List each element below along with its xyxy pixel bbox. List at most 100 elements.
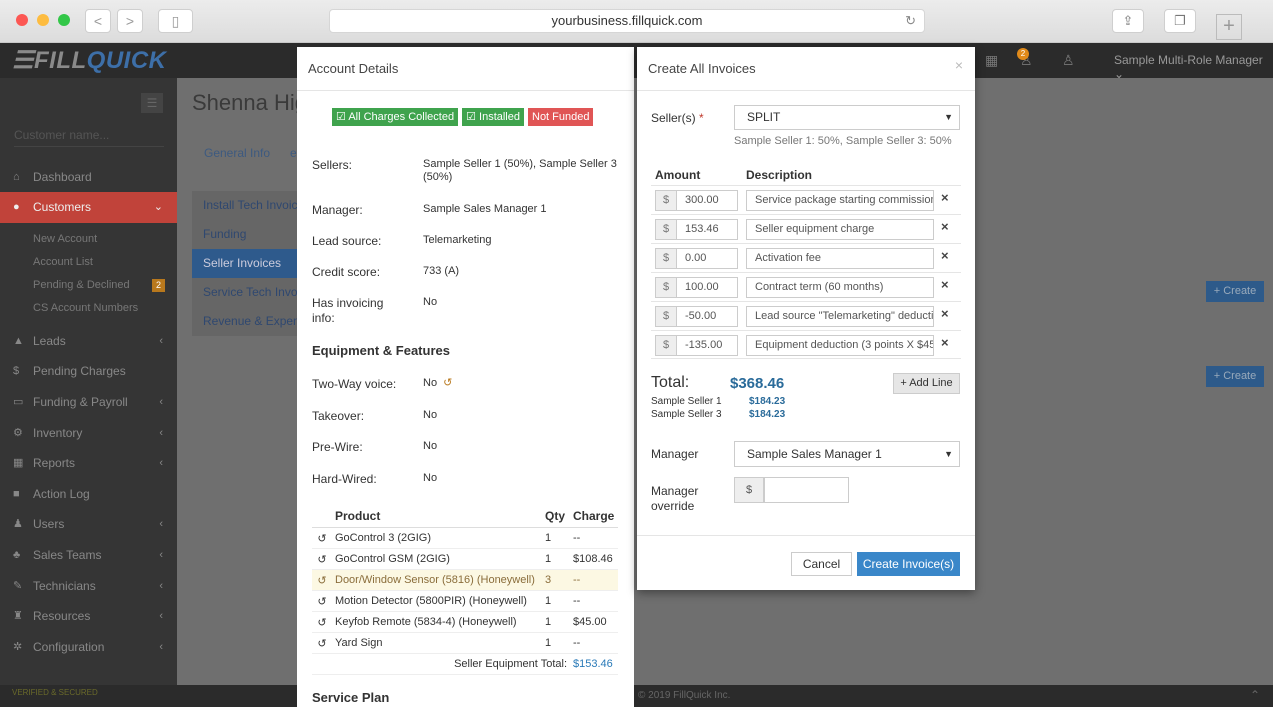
- currency-addon: $: [655, 248, 677, 269]
- manager-override-input[interactable]: [764, 477, 849, 503]
- sidebar-item-customers[interactable]: ● Customers ⌄: [0, 192, 177, 223]
- remove-line-icon[interactable]: ×: [941, 306, 949, 321]
- create-button-2[interactable]: + Create: [1206, 366, 1264, 387]
- sidebar-subitem-account-list[interactable]: Account List: [33, 256, 93, 268]
- new-tab-icon[interactable]: +: [1216, 14, 1242, 40]
- sidebar-item-sales-teams[interactable]: ♣ Sales Teams ‹: [0, 540, 177, 571]
- product-qty: 1: [542, 632, 570, 654]
- sidebar-item-label: Configuration: [33, 640, 105, 654]
- close-icon[interactable]: ×: [955, 57, 963, 73]
- cancel-button[interactable]: Cancel: [791, 552, 852, 576]
- app-logo[interactable]: ☰FILLQUICK: [12, 46, 167, 75]
- forward-button[interactable]: >: [117, 9, 143, 33]
- remove-line-icon[interactable]: ×: [941, 277, 949, 292]
- sidebar-item-funding[interactable]: ▭ Funding & Payroll ‹: [0, 387, 177, 418]
- create-button-1[interactable]: + Create: [1206, 281, 1264, 302]
- invoice-line: $ -50.00 Lead source "Telemarketing" deduc…: [651, 301, 961, 330]
- history-icon[interactable]: ↺: [312, 590, 332, 612]
- sidebar-subitem-cs-numbers[interactable]: CS Account Numbers: [33, 302, 138, 314]
- history-icon[interactable]: ↺: [312, 548, 332, 570]
- subnav-install-tech-invoices[interactable]: Install Tech Invoices: [192, 191, 302, 220]
- history-icon[interactable]: ↺: [443, 377, 452, 389]
- amount-input[interactable]: 100.00: [676, 277, 738, 298]
- description-input[interactable]: Activation fee: [746, 248, 934, 269]
- scroll-top-icon[interactable]: ⌃: [1250, 688, 1260, 702]
- profile-icon[interactable]: ♙: [1062, 52, 1075, 69]
- sidebar-subitem-pending[interactable]: Pending & Declined: [33, 279, 130, 291]
- sidebar-item-technicians[interactable]: ✎ Technicians ‹: [0, 571, 177, 602]
- invoice-line: $0.00 Activation fee ×: [651, 243, 961, 272]
- sidebar-toggle-icon[interactable]: ▯: [158, 9, 193, 33]
- history-icon[interactable]: ↺: [312, 611, 332, 633]
- remove-line-icon[interactable]: ×: [941, 335, 949, 350]
- tabs-icon[interactable]: ❐: [1164, 9, 1196, 33]
- amount-input[interactable]: 300.00: [676, 190, 738, 211]
- amount-input[interactable]: -50.00: [676, 306, 738, 327]
- description-input[interactable]: Equipment deduction (3 points X $45.: [746, 335, 934, 356]
- create-invoices-button[interactable]: Create Invoice(s): [857, 552, 960, 576]
- sidebar-item-users[interactable]: ♟ Users ‹: [0, 509, 177, 540]
- description-input[interactable]: Lead source "Telemarketing" deductio: [746, 306, 934, 327]
- customer-search-input[interactable]: Customer name...: [14, 128, 164, 147]
- manager-select[interactable]: Sample Sales Manager 1 ▼: [734, 441, 960, 467]
- minimize-window-icon[interactable]: [37, 14, 49, 26]
- sidebar: ☰ Customer name... ⌂ Dashboard ● Customers…: [0, 78, 177, 685]
- split-seller-3-value: $184.23: [749, 409, 786, 420]
- sidebar-item-inventory[interactable]: ⚙ Inventory ‹: [0, 418, 177, 449]
- sellers-select[interactable]: SPLIT ▼: [734, 105, 960, 130]
- calendar-icon[interactable]: ▦: [985, 52, 998, 69]
- add-line-button[interactable]: + Add Line: [893, 373, 960, 394]
- tab-general-info[interactable]: General Info: [204, 146, 270, 160]
- amount-input[interactable]: -135.00: [676, 335, 738, 356]
- amount-input[interactable]: 0.00: [676, 248, 738, 269]
- subnav-funding[interactable]: Funding: [192, 220, 302, 249]
- pre-wire-value: No: [423, 440, 438, 452]
- takeover-value: No: [423, 409, 438, 421]
- subnav-seller-invoices[interactable]: Seller Invoices: [192, 249, 302, 278]
- reload-icon[interactable]: ↻: [905, 10, 916, 32]
- remove-line-icon[interactable]: ×: [941, 248, 949, 263]
- status-badges: ☑ All Charges Collected ☑ Installed Not Fu…: [332, 108, 597, 126]
- product-qty: 1: [542, 527, 570, 549]
- tab-e[interactable]: e: [290, 146, 297, 160]
- remove-line-icon[interactable]: ×: [941, 190, 949, 205]
- sidebar-item-label: Action Log: [33, 487, 90, 501]
- add-line-label: Add Line: [909, 377, 953, 389]
- subnav-service-tech-invoices[interactable]: Service Tech Invoices: [192, 278, 302, 307]
- sidebar-item-dashboard[interactable]: ⌂ Dashboard: [0, 162, 177, 193]
- takeover-label: Takeover:: [312, 409, 365, 423]
- sidebar-item-pending-charges[interactable]: $ Pending Charges: [0, 356, 177, 387]
- sellers-field-label: Seller(s) *: [651, 111, 704, 125]
- back-button[interactable]: <: [85, 9, 111, 33]
- subnav-revenue-expenses[interactable]: Revenue & Expenses: [192, 307, 302, 336]
- create-invoices-modal: Create All Invoices × Seller(s) * SPLIT ▼…: [637, 47, 975, 590]
- chevron-left-icon: ‹: [159, 457, 163, 469]
- description-input[interactable]: Seller equipment charge: [746, 219, 934, 240]
- address-bar[interactable]: yourbusiness.fillquick.com ↻: [329, 9, 925, 33]
- dollar-icon: $: [13, 365, 20, 377]
- sidebar-item-configuration[interactable]: ✲ Configuration ‹: [0, 632, 177, 663]
- history-icon[interactable]: ↺: [312, 569, 332, 591]
- share-icon[interactable]: ⇪: [1112, 9, 1144, 33]
- sidebar-subitem-new-account[interactable]: New Account: [33, 233, 97, 245]
- close-window-icon[interactable]: [16, 14, 28, 26]
- history-icon[interactable]: ↺: [312, 632, 332, 654]
- maximize-window-icon[interactable]: [58, 14, 70, 26]
- remove-line-icon[interactable]: ×: [941, 219, 949, 234]
- page-title: Shenna Hig: [192, 90, 307, 115]
- two-way-voice-value: No ↺: [423, 377, 623, 390]
- table-icon: ▦: [13, 457, 24, 469]
- sidebar-item-resources[interactable]: ♜ Resources ‹: [0, 601, 177, 632]
- sidebar-item-leads[interactable]: ▲ Leads ‹: [0, 326, 177, 357]
- person-icon: ♟: [13, 518, 23, 530]
- sellers-split-hint: Sample Seller 1: 50%, Sample Seller 3: 5…: [734, 135, 952, 147]
- status-badge-collected: ☑ All Charges Collected: [332, 108, 459, 126]
- user-menu[interactable]: Sample Multi-Role Manager ⌄: [1114, 53, 1273, 81]
- sidebar-item-action-log[interactable]: ■ Action Log: [0, 479, 177, 510]
- description-input[interactable]: Contract term (60 months): [746, 277, 934, 298]
- history-icon[interactable]: ↺: [312, 527, 332, 549]
- description-input[interactable]: Service package starting commission: [746, 190, 934, 211]
- sidebar-item-reports[interactable]: ▦ Reports ‹: [0, 448, 177, 479]
- collapse-menu-icon[interactable]: ☰: [141, 93, 163, 113]
- amount-input[interactable]: 153.46: [676, 219, 738, 240]
